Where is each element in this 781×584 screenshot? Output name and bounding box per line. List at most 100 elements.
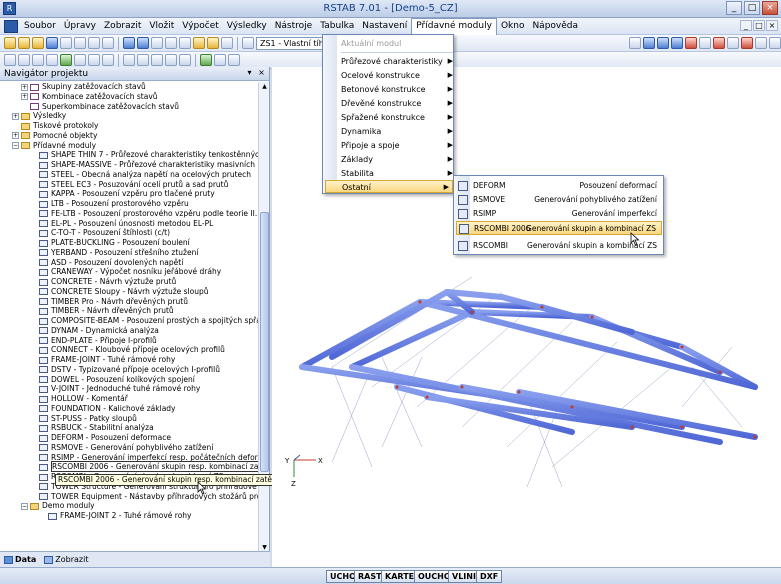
tree-item[interactable]: DSTV - Typizované přípoje ocelových I-pr… — [0, 365, 258, 375]
copy-icon[interactable] — [88, 37, 100, 49]
wireframe-icon[interactable] — [699, 37, 711, 49]
expand-toggle-icon[interactable]: + — [21, 93, 28, 101]
menu-item-composite[interactable]: Spřažené konstrukce ▶ — [341, 111, 453, 124]
tree-item[interactable]: TIMBER - Návrh dřevěných prutů — [0, 306, 258, 316]
tree-item[interactable]: COMPOSITE-BEAM - Posouzení prostých a sp… — [0, 316, 258, 326]
tree-item[interactable]: EL-PL - Posouzení únosnosti metodou EL-P… — [0, 219, 258, 229]
nodal-load-icon[interactable] — [123, 54, 135, 66]
close-button[interactable]: × — [762, 1, 778, 15]
calculate-icon[interactable] — [193, 37, 205, 49]
menu-item-steel[interactable]: Ocelové konstrukce ▶ — [341, 69, 453, 82]
tree-item[interactable]: END-PLATE - Připoje I-profilů — [0, 336, 258, 346]
tree-item[interactable]: RSMOVE - Generování pohyblivého zatížení — [0, 443, 258, 453]
tree-item[interactable]: DYNAM - Dynamická analýza — [0, 326, 258, 336]
expand-toggle-icon[interactable]: + — [12, 132, 19, 140]
new-icon[interactable] — [4, 37, 16, 49]
menu-nastaveni[interactable]: Nastavení — [358, 19, 411, 34]
menu-item-other[interactable]: Ostatní ▶ — [325, 180, 453, 193]
delete-icon[interactable] — [741, 37, 753, 49]
close-icon[interactable]: × — [256, 68, 267, 79]
menu-item-foundations[interactable]: Základy ▶ — [341, 153, 453, 166]
tree-item[interactable]: STEEL - Obecná analýza napětí na ocelový… — [0, 170, 258, 180]
status-dxf[interactable]: DXF — [476, 570, 503, 583]
scroll-up-icon[interactable]: ▲ — [260, 82, 269, 91]
view-y-icon[interactable] — [657, 37, 669, 49]
snap-icon[interactable] — [165, 54, 177, 66]
menu-vysledky[interactable]: Výsledky — [223, 19, 271, 34]
expand-toggle-icon[interactable]: − — [12, 142, 19, 149]
dimension-icon[interactable] — [228, 54, 240, 66]
member-load-icon[interactable] — [137, 54, 149, 66]
expand-toggle-icon[interactable]: + — [12, 112, 19, 120]
submenu-item-deform[interactable]: DEFORM Posouzení deformací — [456, 179, 662, 193]
expand-toggle-icon[interactable]: + — [21, 83, 28, 91]
tab-data[interactable]: Data — [4, 555, 36, 564]
tree-item[interactable]: FRAME-JOINT - Tuhé rámové rohy — [0, 355, 258, 365]
document-icon[interactable] — [4, 19, 18, 33]
tree-item[interactable]: YERBAND - Posouzení střešního ztužení — [0, 248, 258, 258]
select-icon[interactable] — [151, 37, 163, 49]
menu-okno[interactable]: Okno — [497, 19, 529, 34]
menu-item-stability[interactable]: Stabilita ▶ — [341, 167, 453, 180]
menu-pridavne-moduly[interactable]: Přídavné moduly — [411, 17, 497, 35]
menu-zobrazit[interactable]: Zobrazit — [100, 19, 145, 34]
tree-item[interactable]: FOUNDATION - Kalichové základy — [0, 404, 258, 414]
submenu-item-rsimp[interactable]: RSIMP Generování imperfekcí — [456, 207, 662, 221]
menu-tabulka[interactable]: Tabulka — [316, 19, 358, 34]
tree-item[interactable]: RSCOMBI 2006 - Generování skupin resp. k… — [0, 461, 258, 473]
expand-toggle-icon[interactable]: − — [21, 502, 28, 510]
mdi-restore-button[interactable]: □ — [753, 20, 765, 31]
menu-item-connections[interactable]: Připoje a spoje ▶ — [341, 139, 453, 152]
menu-item-timber[interactable]: Dřevěné konstrukce ▶ — [341, 97, 453, 110]
grid-icon[interactable] — [179, 54, 191, 66]
tree-item[interactable]: − Demo moduly — [0, 501, 258, 511]
tree-item[interactable]: ST-PUSS - Patky sloupů — [0, 414, 258, 424]
support-icon[interactable] — [32, 54, 44, 66]
open-folder-icon[interactable] — [32, 37, 44, 49]
menu-item-cross-sections[interactable]: Průřezové charakteristiky ▶ — [341, 55, 453, 68]
paste-icon[interactable] — [102, 37, 114, 49]
material-icon[interactable] — [74, 54, 86, 66]
rotate-icon[interactable] — [713, 37, 725, 49]
menu-upravy[interactable]: Úpravy — [60, 19, 100, 34]
view-x-icon[interactable] — [643, 37, 655, 49]
section-icon[interactable] — [60, 54, 72, 66]
tree-item[interactable]: + Kombinace zatěžovacích stavů — [0, 92, 258, 102]
open-icon[interactable] — [18, 37, 30, 49]
tree-item[interactable]: TOWER Equipment - Nástavby příhradových … — [0, 492, 258, 502]
hinge-icon[interactable] — [46, 54, 58, 66]
tree-item[interactable]: C-TO-T - Posouzení štíhlosti (c/t) — [0, 228, 258, 238]
tree-item[interactable]: CONCRETE - Návrh výztuže prutů — [0, 277, 258, 287]
pin-icon[interactable]: ▾ — [244, 68, 255, 79]
set-icon[interactable] — [102, 54, 114, 66]
tree-item[interactable]: HOLLOW - Komentář — [0, 394, 258, 404]
tree-item[interactable]: − Přídavné moduly — [0, 141, 258, 151]
tree-item[interactable]: SHAPE-MASSIVE - Průřezové charakteristik… — [0, 160, 258, 170]
tree-item[interactable]: STEEL EC3 - Posuzování ocelí prutů a sad… — [0, 180, 258, 190]
print-icon[interactable] — [60, 37, 72, 49]
member-icon[interactable] — [18, 54, 30, 66]
loadcase-icon[interactable] — [242, 37, 254, 49]
tree-item[interactable]: + Pomocné objekty — [0, 131, 258, 141]
tree-item[interactable]: V-JOINT - Jednoduché tuhé rámové rohy — [0, 384, 258, 394]
tree-item[interactable]: DEFORM - Posouzení deformace — [0, 433, 258, 443]
menu-item-current-module[interactable]: Aktuální modul — [341, 37, 451, 50]
tree-item[interactable]: FRAME-JOINT 2 - Tuhé rámové rohy — [0, 511, 258, 521]
tree-item[interactable]: ASD - Posouzení dovolených napětí — [0, 258, 258, 268]
tree-item[interactable]: CRANEWAY - Výpočet nosníku jeřábové dráh… — [0, 267, 258, 277]
tree-item[interactable]: Tiskové protokoly — [0, 121, 258, 131]
tree-item[interactable]: RSBUCK - Stabilitní analýza — [0, 423, 258, 433]
minimize-button[interactable]: _ — [726, 1, 742, 15]
tree-item[interactable]: KAPPA - Posouzení vzpěru pro tlačené pru… — [0, 189, 258, 199]
table-icon[interactable] — [221, 37, 233, 49]
view-iso-icon[interactable] — [629, 37, 641, 49]
tab-zobrazit[interactable]: Zobrazit — [44, 555, 88, 564]
results-icon[interactable] — [207, 37, 219, 49]
measure-icon[interactable] — [214, 54, 226, 66]
pan-icon[interactable] — [727, 37, 739, 49]
menu-vypocet[interactable]: Výpočet — [178, 19, 222, 34]
scroll-thumb[interactable] — [260, 212, 269, 472]
view-z-icon[interactable] — [671, 37, 683, 49]
menu-item-concrete[interactable]: Betonové konstrukce ▶ — [341, 83, 453, 96]
properties-icon[interactable] — [165, 37, 177, 49]
